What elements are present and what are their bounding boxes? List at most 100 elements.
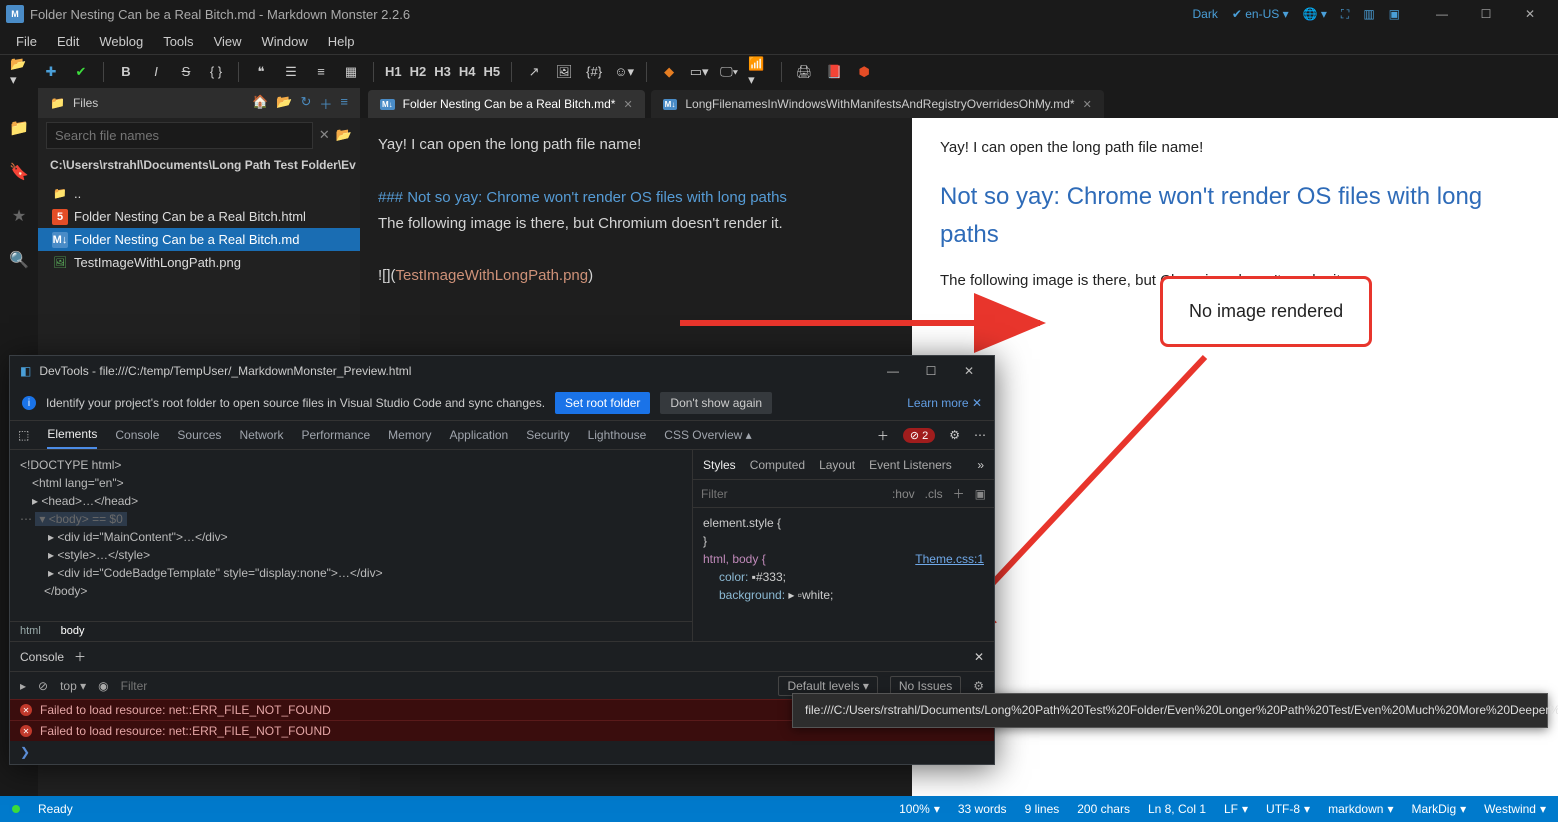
theme-picker[interactable]: Dark — [1192, 7, 1217, 21]
git-icon[interactable]: ◆ — [658, 61, 680, 83]
tab-elements[interactable]: Elements — [47, 421, 97, 449]
star-icon[interactable]: ★ — [12, 206, 26, 226]
expand-icon[interactable]: ⛶ — [1341, 7, 1349, 22]
learn-more-link[interactable]: Learn more ✕ — [907, 396, 982, 410]
search-input[interactable] — [46, 122, 313, 149]
sidebar-tab-files[interactable]: 📁 Files 🏠 📂 ↻ ＋ ≡ — [38, 88, 360, 118]
menu-icon[interactable]: ≡ — [340, 94, 348, 113]
search-icon[interactable]: 🔍 — [9, 250, 29, 270]
console-prompt[interactable]: ❯ — [10, 741, 994, 764]
open-icon[interactable]: 📂▾ — [10, 61, 32, 83]
status-zoom[interactable]: 100% ▾ — [899, 802, 940, 816]
menu-window[interactable]: Window — [254, 30, 316, 53]
minimize-button[interactable]: — — [1420, 0, 1464, 28]
tab-listeners[interactable]: Event Listeners — [869, 458, 952, 472]
tab-active[interactable]: M↓ Folder Nesting Can be a Real Bitch.md… — [368, 90, 645, 118]
rss-icon[interactable]: 📶▾ — [748, 61, 770, 83]
italic-icon[interactable]: I — [145, 61, 167, 83]
set-root-button[interactable]: Set root folder — [555, 392, 650, 414]
css-rules[interactable]: element.style { } html, body {Theme.css:… — [693, 508, 994, 610]
bookmark-icon[interactable]: 🔖 — [9, 162, 29, 182]
refresh-icon[interactable]: ↻ — [300, 94, 311, 113]
settings-icon[interactable]: ⚙ — [949, 428, 960, 442]
dont-show-button[interactable]: Don't show again — [660, 392, 772, 414]
clear-icon[interactable]: ⊘ — [38, 679, 48, 693]
menu-view[interactable]: View — [206, 30, 250, 53]
save-icon[interactable]: ✔ — [70, 61, 92, 83]
h4-button[interactable]: H4 — [459, 64, 476, 79]
tab[interactable]: M↓ LongFilenamesInWindowsWithManifestsAn… — [651, 90, 1104, 118]
status-encoding[interactable]: UTF-8 ▾ — [1266, 802, 1310, 816]
ul-icon[interactable]: ☰ — [280, 61, 302, 83]
emoji-icon[interactable]: ☺▾ — [613, 61, 635, 83]
screen-icon[interactable]: ▭▾ — [688, 61, 710, 83]
context-picker[interactable]: top ▾ — [60, 679, 86, 693]
folder-icon[interactable]: 📁 — [9, 118, 29, 138]
close-button[interactable]: ✕ — [954, 364, 984, 378]
console-filter[interactable] — [121, 679, 767, 693]
link-icon[interactable]: ↗ — [523, 61, 545, 83]
cls-toggle[interactable]: .cls — [925, 487, 943, 501]
html-icon[interactable]: ⬢ — [853, 61, 875, 83]
globe-icon[interactable]: 🌐 ▾ — [1303, 7, 1327, 21]
layout-icon[interactable]: ▥ — [1363, 7, 1374, 21]
settings-icon[interactable]: ⚙ — [973, 679, 984, 693]
add-icon[interactable]: ＋ — [74, 648, 86, 665]
preview-icon[interactable]: ▣ — [1389, 7, 1400, 21]
folder-icon[interactable]: 📂 — [336, 127, 352, 143]
menu-weblog[interactable]: Weblog — [91, 30, 151, 53]
breadcrumb[interactable]: html body — [10, 621, 692, 641]
file-item[interactable]: 5 Folder Nesting Can be a Real Bitch.htm… — [38, 205, 360, 228]
status-theme[interactable]: Westwind ▾ — [1484, 802, 1546, 816]
newfile-icon[interactable]: ＋ — [319, 94, 332, 113]
maximize-button[interactable]: ☐ — [1464, 0, 1508, 28]
eye-icon[interactable]: ◉ — [98, 679, 108, 693]
tab-network[interactable]: Network — [239, 422, 283, 448]
new-icon[interactable]: ✚ — [40, 61, 62, 83]
openfolder-icon[interactable]: 📂 — [276, 94, 292, 113]
tab-styles[interactable]: Styles — [703, 458, 736, 472]
more-icon[interactable]: » — [977, 458, 984, 472]
tab-console[interactable]: Console — [115, 422, 159, 448]
tab-cssoverview[interactable]: CSS Overview ▴ — [664, 422, 751, 448]
tab-performance[interactable]: Performance — [301, 422, 370, 448]
image-icon[interactable]: 🖼 — [553, 61, 575, 83]
clear-icon[interactable]: ✕ — [319, 127, 330, 143]
tab-sources[interactable]: Sources — [177, 422, 221, 448]
dom-tree[interactable]: <!DOCTYPE html> <html lang="en"> ▸ <head… — [10, 450, 692, 621]
hash-icon[interactable]: {#} — [583, 61, 605, 83]
menu-help[interactable]: Help — [320, 30, 363, 53]
inspect-icon[interactable]: ⬚ — [18, 428, 29, 442]
close-icon[interactable]: ✕ — [974, 650, 984, 664]
tab-security[interactable]: Security — [526, 422, 569, 448]
strike-icon[interactable]: S — [175, 61, 197, 83]
bold-icon[interactable]: B — [115, 61, 137, 83]
maximize-button[interactable]: ☐ — [916, 364, 946, 378]
table-icon[interactable]: ▦ — [340, 61, 362, 83]
tab-layout[interactable]: Layout — [819, 458, 855, 472]
more-icon[interactable]: ⋯ — [974, 428, 986, 442]
menu-edit[interactable]: Edit — [49, 30, 87, 53]
h5-button[interactable]: H5 — [484, 64, 501, 79]
tab-lighthouse[interactable]: Lighthouse — [588, 422, 647, 448]
file-up[interactable]: 📁 .. — [38, 182, 360, 205]
close-button[interactable]: ✕ — [1508, 0, 1552, 28]
status-renderer[interactable]: MarkDig ▾ — [1411, 802, 1466, 816]
add-tab-icon[interactable]: ＋ — [877, 427, 889, 444]
monitor-icon[interactable]: 🖵▾ — [718, 61, 740, 83]
console-tab[interactable]: Console — [20, 650, 64, 664]
tab-computed[interactable]: Computed — [750, 458, 805, 472]
minimize-button[interactable]: — — [878, 364, 908, 378]
status-lang[interactable]: markdown ▾ — [1328, 802, 1393, 816]
lang-picker[interactable]: ✔ en-US ▾ — [1232, 7, 1289, 21]
close-icon[interactable]: ✕ — [623, 98, 632, 111]
close-icon[interactable]: ✕ — [1083, 98, 1092, 111]
hov-toggle[interactable]: :hov — [892, 487, 915, 501]
file-item-selected[interactable]: M↓ Folder Nesting Can be a Real Bitch.md — [38, 228, 360, 251]
h3-button[interactable]: H3 — [434, 64, 451, 79]
error-count-badge[interactable]: ⊘ 2 — [903, 428, 935, 443]
home-icon[interactable]: 🏠 — [252, 94, 268, 113]
h1-button[interactable]: H1 — [385, 64, 402, 79]
current-path[interactable]: C:\Users\rstrahl\Documents\Long Path Tes… — [38, 152, 360, 178]
h2-button[interactable]: H2 — [410, 64, 427, 79]
